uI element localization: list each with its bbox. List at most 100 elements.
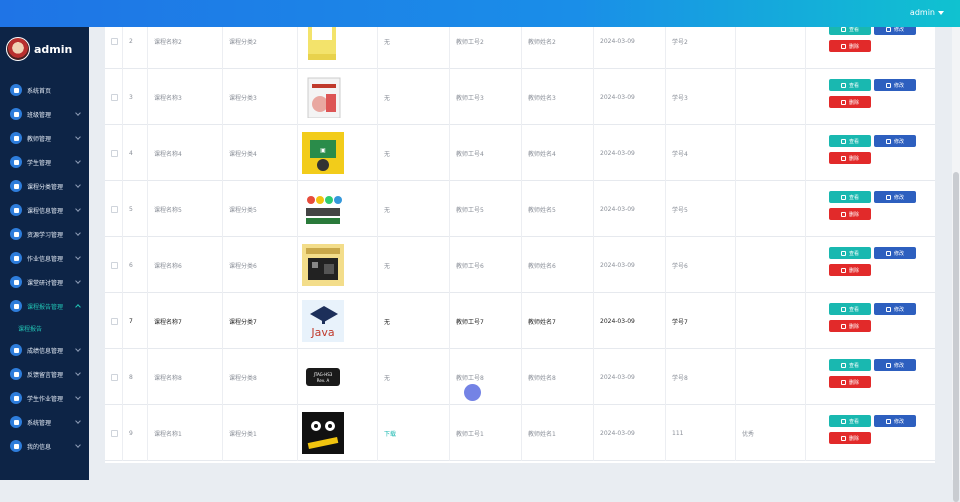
user-menu[interactable]: admin [910,8,944,17]
sidebar-item-student[interactable]: 学生管理 [0,150,89,174]
row-checkbox[interactable] [111,429,118,437]
delete-button-label: 删除 [848,379,859,386]
cell-tno: 教师工号4 [450,125,522,181]
sidebar-item-category[interactable]: 课程分类管理 [0,174,89,198]
resource-icon [10,228,22,240]
row-checkbox[interactable] [111,373,118,381]
edit-button[interactable]: 修改 [874,79,916,91]
chevron-icon [75,346,81,352]
sidebar-item-label: 学生作业管理 [27,395,64,403]
sidebar-item-system[interactable]: 系统管理 [0,410,89,434]
sidebar-item-discussion[interactable]: 课堂研讨管理 [0,270,89,294]
delete-button[interactable]: 删除 [829,152,871,164]
sidebar-item-label: 学生管理 [27,159,52,167]
view-button[interactable]: 查看 [829,247,871,259]
view-button[interactable]: 查看 [829,79,871,91]
cursor-indicator [464,384,481,401]
scrollbar-thumb[interactable] [953,172,959,502]
sidebar-item-grade[interactable]: 成绩信息管理 [0,338,89,362]
cell-num-text: 6 [129,261,133,269]
edit-button[interactable]: 修改 [874,415,916,427]
row-checkbox[interactable] [111,37,118,45]
edit-button[interactable]: 修改 [874,303,916,315]
cell-date: 2024-03-09 [594,181,666,237]
edit-button[interactable]: 修改 [874,247,916,259]
cell-flag-text[interactable]: 下载 [384,429,396,438]
chevron-icon [75,110,81,116]
view-button[interactable]: 查看 [829,415,871,427]
view-button[interactable]: 查看 [829,27,871,35]
delete-button[interactable]: 删除 [829,208,871,220]
sidebar-item-label: 我的信息 [27,443,52,451]
edit-button[interactable]: 修改 [874,27,916,35]
sidebar-item-class[interactable]: 班级管理 [0,102,89,126]
cell-name-text: 课程名称6 [154,262,182,270]
delete-button-label: 删除 [848,435,859,442]
delete-button[interactable]: 删除 [829,432,871,444]
row-checkbox[interactable] [111,205,118,213]
edit-button[interactable]: 修改 [874,359,916,371]
thumbnail-cell: ▣ [298,125,378,181]
row-select-cell [105,405,123,461]
view-button[interactable]: 查看 [829,303,871,315]
view-button-label: 查看 [848,82,859,89]
cell-tno: 教师工号1 [450,405,522,461]
cell-num: 3 [123,69,148,125]
delete-button[interactable]: 删除 [829,376,871,388]
row-checkbox[interactable] [111,93,118,101]
sidebar-item-profile[interactable]: 我的信息 [0,434,89,458]
svg-text:Java: Java [310,326,334,339]
cell-tno-text: 教师工号4 [456,150,484,158]
cell-date: 2024-03-09 [594,237,666,293]
sidebar-item-course[interactable]: 课程信息管理 [0,198,89,222]
top-header: admin [0,0,960,27]
cell-sno-text: 学号6 [672,262,688,270]
edit-button[interactable]: 修改 [874,135,916,147]
cell-extra [736,181,806,237]
actions-cell: 查看 修改删除 [806,405,935,461]
view-icon [840,194,846,200]
cell-sno: 学号5 [666,181,736,237]
cell-sno-text: 学号7 [672,318,688,326]
actions-cell: 查看 修改 删除 [806,237,935,293]
cell-sno-text: 学号4 [672,150,688,158]
row-checkbox[interactable] [111,317,118,325]
cell-flag: 无 [378,69,450,125]
delete-button[interactable]: 删除 [829,96,871,108]
actions-cell: 查看 修改删除 [806,349,935,405]
sidebar-item-report[interactable]: 课程报告管理 [0,294,89,318]
cell-tname-text: 教师姓名3 [528,94,556,102]
scrollbar[interactable] [952,27,960,502]
course-thumbnail [302,188,344,230]
view-button[interactable]: 查看 [829,135,871,147]
sidebar-item-label: 系统首页 [27,87,52,95]
sidebar-item-assignment[interactable]: 学生作业管理 [0,386,89,410]
cell-extra [736,293,806,349]
sidebar-item-resource[interactable]: 资源学习管理 [0,222,89,246]
cell-num-text: 2 [129,37,133,45]
sidebar-subitem-report[interactable]: 课程报告 [0,318,89,338]
sidebar-item-teacher[interactable]: 教师管理 [0,126,89,150]
delete-button-label: 删除 [848,155,859,162]
username-label: admin [909,8,935,17]
cell-cat-text: 课程分类3 [229,94,257,102]
view-button[interactable]: 查看 [829,191,871,203]
sidebar-item-home[interactable]: 系统首页 [0,78,89,102]
sidebar-item-homework[interactable]: 作业信息管理 [0,246,89,270]
cell-cat-text: 课程分类7 [229,318,257,326]
sidebar-item-feedback[interactable]: 反馈留言管理 [0,362,89,386]
delete-icon [840,435,846,441]
row-checkbox[interactable] [111,261,118,269]
thumbnail-cell [298,69,378,125]
cell-num-text: 9 [129,429,133,437]
view-button[interactable]: 查看 [829,359,871,371]
edit-button[interactable]: 修改 [874,191,916,203]
delete-button-label: 删除 [848,99,859,106]
sidebar-item-label: 课程信息管理 [27,207,64,215]
delete-button[interactable]: 删除 [829,264,871,276]
delete-button[interactable]: 删除 [829,40,871,52]
chevron-icon [75,254,81,260]
delete-button[interactable]: 删除 [829,320,871,332]
row-checkbox[interactable] [111,149,118,157]
cell-tname: 教师姓名7 [522,293,594,349]
